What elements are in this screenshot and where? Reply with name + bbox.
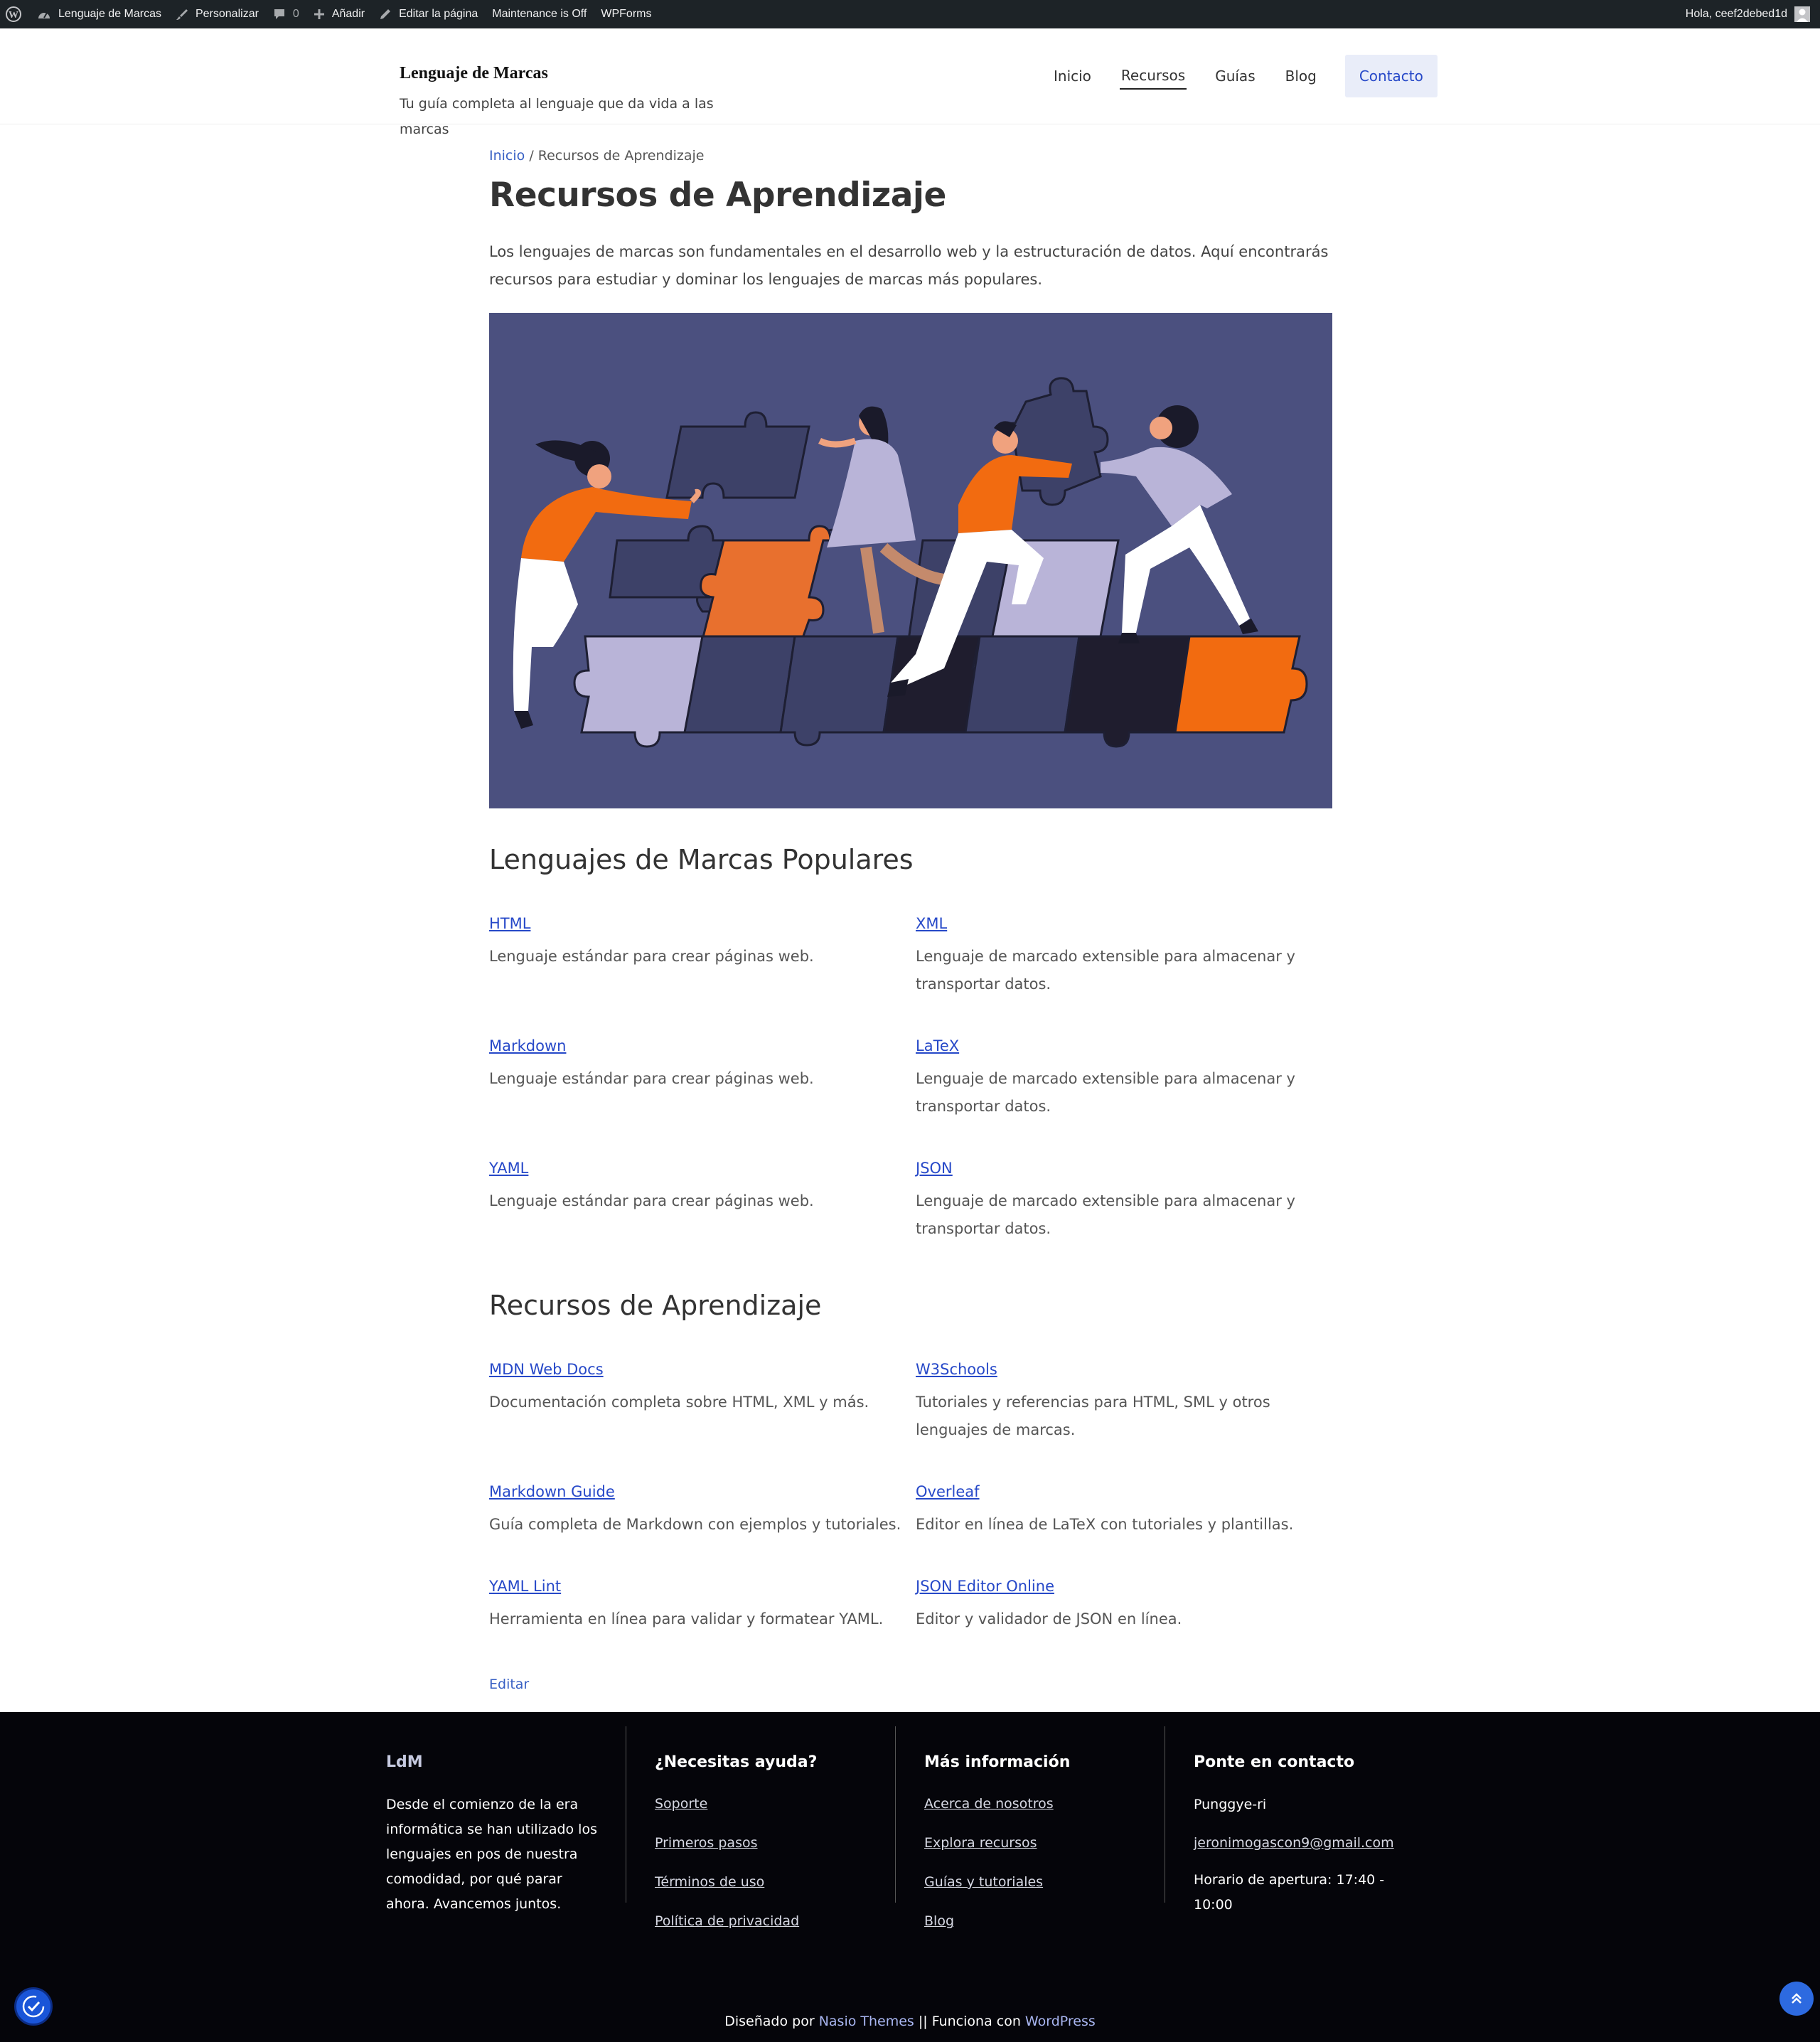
site-header: Lenguaje de Marcas Tu guía completa al l… xyxy=(0,28,1820,137)
page-title: Recursos de Aprendizaje xyxy=(489,176,946,215)
nav-contacto-button[interactable]: Contacto xyxy=(1344,55,1438,97)
footer-link-privacidad[interactable]: Política de privacidad xyxy=(655,1910,868,1933)
footer-credit: Diseñado por Nasio Themes || Funciona co… xyxy=(724,2014,1096,2029)
language-desc: Lenguaje de marcado extensible para alma… xyxy=(916,948,1295,993)
page-intro: Los lenguajes de marcas son fundamentale… xyxy=(489,243,1329,288)
admin-bar: W Lenguaje de Marcas Personalizar 0 Añad… xyxy=(0,0,1820,28)
language-link-html[interactable]: HTML xyxy=(489,915,530,932)
footer-about-text: Desde el comienzo de la era informática … xyxy=(386,1797,597,1912)
nav-blog[interactable]: Blog xyxy=(1284,63,1318,89)
main-navigation: Inicio Recursos Guías Blog Contacto xyxy=(1052,55,1438,97)
hero-illustration xyxy=(489,313,1332,808)
dashboard-icon xyxy=(37,9,51,20)
avatar xyxy=(1794,6,1810,22)
resource-desc: Documentación completa sobre HTML, XML y… xyxy=(489,1394,869,1411)
admin-wpforms[interactable]: WPForms xyxy=(594,0,658,28)
language-link-markdown[interactable]: Markdown xyxy=(489,1037,566,1054)
edit-page-link[interactable]: Editar xyxy=(489,1677,529,1692)
language-desc: Lenguaje estándar para crear páginas web… xyxy=(489,1070,814,1087)
pencil-icon xyxy=(379,8,392,21)
footer-link-primeros-pasos[interactable]: Primeros pasos xyxy=(655,1832,868,1855)
resource-card: MDN Web Docs Documentación completa sobr… xyxy=(489,1361,901,1416)
plus-icon xyxy=(314,9,325,20)
site-title[interactable]: Lenguaje de Marcas xyxy=(400,64,548,83)
language-link-yaml[interactable]: YAML xyxy=(489,1160,528,1177)
admin-maintenance[interactable]: Maintenance is Off xyxy=(485,0,594,28)
resource-link-mdn[interactable]: MDN Web Docs xyxy=(489,1361,604,1378)
footer-about-title: LdM xyxy=(386,1753,423,1771)
footer-col-help: ¿Necesitas ayuda? Soporte Primeros pasos… xyxy=(626,1726,895,1929)
admin-customize[interactable]: Personalizar xyxy=(168,0,266,28)
comment-bubble-icon xyxy=(273,8,286,21)
resource-card: W3Schools Tutoriales y referencias para … xyxy=(916,1361,1328,1444)
footer-link-explora[interactable]: Explora recursos xyxy=(924,1832,1138,1855)
resource-desc: Editor y validador de JSON en línea. xyxy=(916,1610,1182,1627)
nav-inicio[interactable]: Inicio xyxy=(1052,63,1093,89)
language-desc: Lenguaje de marcado extensible para alma… xyxy=(916,1192,1295,1237)
wordpress-logo-icon[interactable]: W xyxy=(0,0,30,28)
site-footer: LdM Desde el comienzo de la era informát… xyxy=(0,1712,1820,2042)
admin-account[interactable]: Hola, ceef2debed1d xyxy=(1686,0,1810,28)
resource-card: JSON Editor Online Editor y validador de… xyxy=(916,1578,1328,1633)
language-card: YAML Lenguaje estándar para crear página… xyxy=(489,1160,901,1215)
footer-help-title: ¿Necesitas ayuda? xyxy=(655,1753,818,1771)
footer-link-blog[interactable]: Blog xyxy=(924,1910,1138,1933)
language-link-json[interactable]: JSON xyxy=(916,1160,953,1177)
breadcrumb-home-link[interactable]: Inicio xyxy=(489,148,525,164)
credit-platform-link[interactable]: WordPress xyxy=(1025,2014,1096,2029)
language-desc: Lenguaje de marcado extensible para alma… xyxy=(916,1070,1295,1115)
credit-theme-link[interactable]: Nasio Themes xyxy=(819,2014,914,2029)
resource-card: Markdown Guide Guía completa de Markdown… xyxy=(489,1483,901,1539)
breadcrumb-current: Recursos de Aprendizaje xyxy=(537,148,705,164)
resource-link-overleaf[interactable]: Overleaf xyxy=(916,1483,980,1500)
resource-card: YAML Lint Herramienta en línea para vali… xyxy=(489,1578,901,1633)
resource-link-yaml-lint[interactable]: YAML Lint xyxy=(489,1578,561,1595)
admin-comments[interactable]: 0 xyxy=(266,0,306,28)
footer-link-soporte[interactable]: Soporte xyxy=(655,1792,868,1816)
resource-desc: Herramienta en línea para validar y form… xyxy=(489,1610,884,1627)
scroll-to-top-icon[interactable] xyxy=(1779,1982,1814,2016)
footer-link-guias[interactable]: Guías y tutoriales xyxy=(924,1871,1138,1894)
language-card: XML Lenguaje de marcado extensible para … xyxy=(916,915,1328,998)
footer-col-about: LdM Desde el comienzo de la era informát… xyxy=(386,1726,626,1912)
resource-link-json-editor[interactable]: JSON Editor Online xyxy=(916,1578,1054,1595)
language-card: HTML Lenguaje estándar para crear página… xyxy=(489,915,901,971)
accessibility-icon[interactable] xyxy=(14,1987,53,2026)
footer-location: Punggye-ri xyxy=(1194,1797,1267,1812)
footer-info-title: Más información xyxy=(924,1753,1071,1771)
brush-icon xyxy=(176,8,188,21)
footer-link-acerca[interactable]: Acerca de nosotros xyxy=(924,1792,1138,1816)
breadcrumb: Inicio / Recursos de Aprendizaje xyxy=(489,148,705,164)
resource-desc: Editor en línea de LaTeX con tutoriales … xyxy=(916,1516,1294,1533)
footer-col-info: Más información Acerca de nosotros Explo… xyxy=(895,1726,1165,1929)
resource-card: Overleaf Editor en línea de LaTeX con tu… xyxy=(916,1483,1328,1539)
admin-edit-page[interactable]: Editar la página xyxy=(372,0,485,28)
resource-desc: Tutoriales y referencias para HTML, SML … xyxy=(916,1394,1270,1438)
language-link-latex[interactable]: LaTeX xyxy=(916,1037,959,1054)
footer-hours: Horario de apertura: 17:40 - 10:00 xyxy=(1194,1872,1385,1913)
language-desc: Lenguaje estándar para crear páginas web… xyxy=(489,948,814,965)
footer-link-terminos[interactable]: Términos de uso xyxy=(655,1871,868,1894)
language-card: JSON Lenguaje de marcado extensible para… xyxy=(916,1160,1328,1243)
footer-contact-title: Ponte en contacto xyxy=(1194,1753,1355,1771)
resource-link-w3schools[interactable]: W3Schools xyxy=(916,1361,997,1378)
languages-heading: Lenguajes de Marcas Populares xyxy=(489,844,914,875)
resource-link-markdown-guide[interactable]: Markdown Guide xyxy=(489,1483,615,1500)
footer-email-link[interactable]: jeronimogascon9@gmail.com xyxy=(1194,1832,1407,1855)
language-link-xml[interactable]: XML xyxy=(916,915,947,932)
svg-text:W: W xyxy=(9,10,18,21)
language-card: LaTeX Lenguaje de marcado extensible par… xyxy=(916,1037,1328,1121)
resource-desc: Guía completa de Markdown con ejemplos y… xyxy=(489,1516,901,1533)
resources-heading: Recursos de Aprendizaje xyxy=(489,1290,822,1321)
admin-site-name[interactable]: Lenguaje de Marcas xyxy=(30,0,168,28)
nav-guias[interactable]: Guías xyxy=(1214,63,1256,89)
site-tagline: Tu guía completa al lenguaje que da vida… xyxy=(400,96,714,137)
language-desc: Lenguaje estándar para crear páginas web… xyxy=(489,1192,814,1209)
footer-col-contact: Ponte en contacto Punggye-ri jeronimogas… xyxy=(1165,1726,1434,1913)
admin-add-new[interactable]: Añadir xyxy=(306,0,372,28)
nav-recursos[interactable]: Recursos xyxy=(1119,63,1187,90)
language-card: Markdown Lenguaje estándar para crear pá… xyxy=(489,1037,901,1093)
